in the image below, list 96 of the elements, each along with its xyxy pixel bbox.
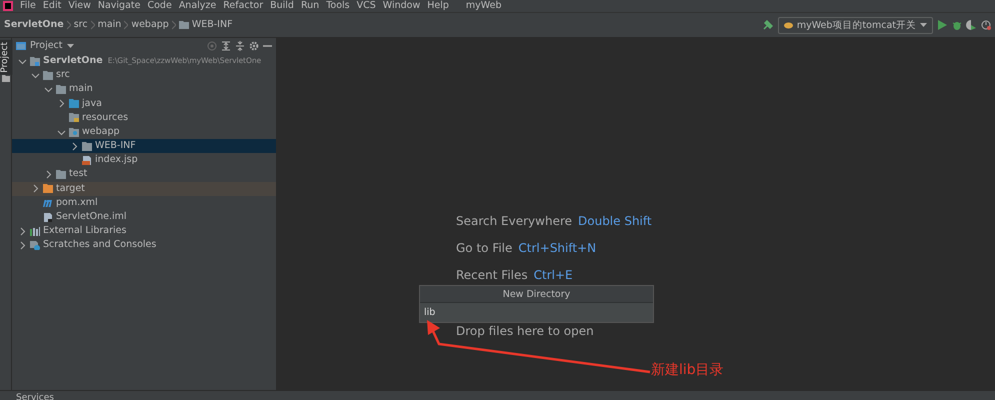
tree-item[interactable]: resources (12, 110, 276, 125)
tree-item[interactable]: Scratches and Consoles (12, 238, 276, 253)
scratches-icon (30, 241, 40, 250)
hammer-icon[interactable] (763, 20, 774, 30)
module-icon (30, 56, 40, 66)
item-label: pom.xml (56, 196, 98, 210)
app-logo-icon (3, 1, 13, 11)
annotation-text: 新建lib目录 (651, 361, 724, 380)
breadcrumb-item[interactable]: ServletOne (4, 18, 64, 32)
tree-item[interactable]: ServletOne.iml (12, 210, 276, 224)
tree-item[interactable]: target (12, 182, 276, 196)
tree-item[interactable]: index.jsp (12, 153, 276, 168)
item-label: target (56, 182, 85, 196)
chevron-right-icon[interactable] (57, 99, 66, 108)
item-label: ServletOne.iml (56, 210, 127, 224)
breadcrumb-item[interactable]: main (98, 18, 122, 32)
maven-file-icon (43, 198, 53, 208)
breadcrumb-item[interactable]: webapp (131, 18, 169, 32)
hint-label: Search Everywhere (456, 213, 572, 230)
chevron-right-icon[interactable] (70, 142, 79, 151)
item-label: Scratches and Consoles (43, 238, 156, 252)
item-label: ServletOne (43, 54, 103, 68)
menu-item[interactable]: Build (270, 0, 294, 12)
shortcut-text: Double Shift (578, 213, 652, 230)
chevron-right-icon[interactable] (18, 241, 27, 250)
menu-item[interactable]: Help (427, 0, 449, 12)
breadcrumb-item[interactable]: WEB-INF (192, 18, 233, 32)
folder-icon (178, 21, 189, 29)
chevron-down-icon[interactable] (57, 128, 66, 137)
menu-item[interactable]: Run (300, 0, 320, 12)
chevron-icon (172, 20, 176, 30)
item-label: webapp (82, 124, 120, 139)
coverage-icon[interactable] (966, 20, 976, 30)
tree-item[interactable]: test (12, 168, 276, 182)
caret-icon[interactable] (66, 44, 74, 48)
resources-folder-icon (69, 113, 79, 122)
run-configuration-dropdown[interactable]: myWeb项目的tomcat开关 (778, 16, 933, 34)
item-label: src (56, 68, 70, 82)
shortcut-text: Ctrl+Shift+N (518, 240, 596, 257)
hint-label: Recent Files (456, 267, 528, 284)
menu-item[interactable]: File (20, 0, 36, 12)
run-icon[interactable] (938, 20, 947, 30)
chevron-down-icon[interactable] (31, 70, 40, 80)
tomcat-icon (784, 22, 793, 28)
profiler-icon[interactable] (981, 20, 991, 30)
drop-hint: Drop files here to open (456, 323, 594, 340)
panel-icon (16, 42, 26, 50)
tree-item[interactable]: main (12, 82, 276, 97)
menu-item[interactable]: Edit (42, 0, 62, 12)
tree-item[interactable]: java (12, 96, 276, 111)
tree-item[interactable]: External Libraries (12, 224, 276, 238)
menu-item[interactable]: View (68, 0, 91, 12)
menu-item[interactable]: Window (382, 0, 420, 12)
menu-item[interactable]: Tools (326, 0, 350, 12)
item-label: WEB-INF (95, 139, 136, 154)
shortcut-text: Ctrl+E (534, 267, 573, 284)
item-label: java (82, 96, 102, 111)
chevron-right-icon[interactable] (44, 170, 53, 180)
tree-item[interactable]: WEB-INF (12, 139, 276, 154)
menu-item[interactable]: VCS (356, 0, 376, 12)
directory-name-field[interactable]: lib (420, 303, 653, 322)
chevron-right-icon[interactable] (18, 226, 27, 236)
item-label: main (69, 82, 93, 96)
bottom-tab[interactable]: Services (16, 393, 54, 400)
panel-title[interactable]: Project (30, 38, 63, 54)
collapse-all-icon[interactable] (235, 41, 245, 51)
chevron-down-icon[interactable] (44, 84, 53, 94)
tree-item[interactable]: src (12, 68, 276, 82)
menu-item[interactable]: Navigate (98, 0, 140, 12)
item-label: resources (82, 110, 128, 125)
tree-item[interactable]: pom.xml (12, 196, 276, 210)
chevron-icon (66, 20, 71, 30)
settings-icon[interactable] (249, 41, 259, 51)
folder-icon (82, 142, 92, 151)
file-icon (43, 212, 53, 222)
chevron-icon (90, 20, 95, 30)
caret-icon (920, 23, 927, 27)
side-tab[interactable]: Project (0, 40, 12, 75)
chevron-right-icon[interactable] (31, 184, 40, 194)
breadcrumb-item[interactable]: src (74, 18, 88, 32)
hint-label: Go to File (456, 240, 512, 257)
jsp-file-icon (82, 156, 92, 165)
item-label: External Libraries (43, 224, 126, 238)
menu-item[interactable]: Code (147, 0, 172, 12)
item-label: test (69, 167, 88, 182)
tree-item[interactable]: webapp (12, 124, 276, 140)
menu-item[interactable]: Analyze (178, 0, 216, 12)
libraries-icon (30, 226, 40, 236)
item-label: index.jsp (95, 153, 138, 168)
bug-icon[interactable] (952, 20, 962, 30)
web-folder-icon (69, 128, 79, 137)
menu-item[interactable]: Refactor (223, 0, 264, 12)
chevron-icon (124, 20, 128, 30)
chevron-down-icon[interactable] (18, 56, 27, 66)
expand-all-icon[interactable] (221, 41, 231, 51)
project-name: myWeb (466, 0, 502, 12)
